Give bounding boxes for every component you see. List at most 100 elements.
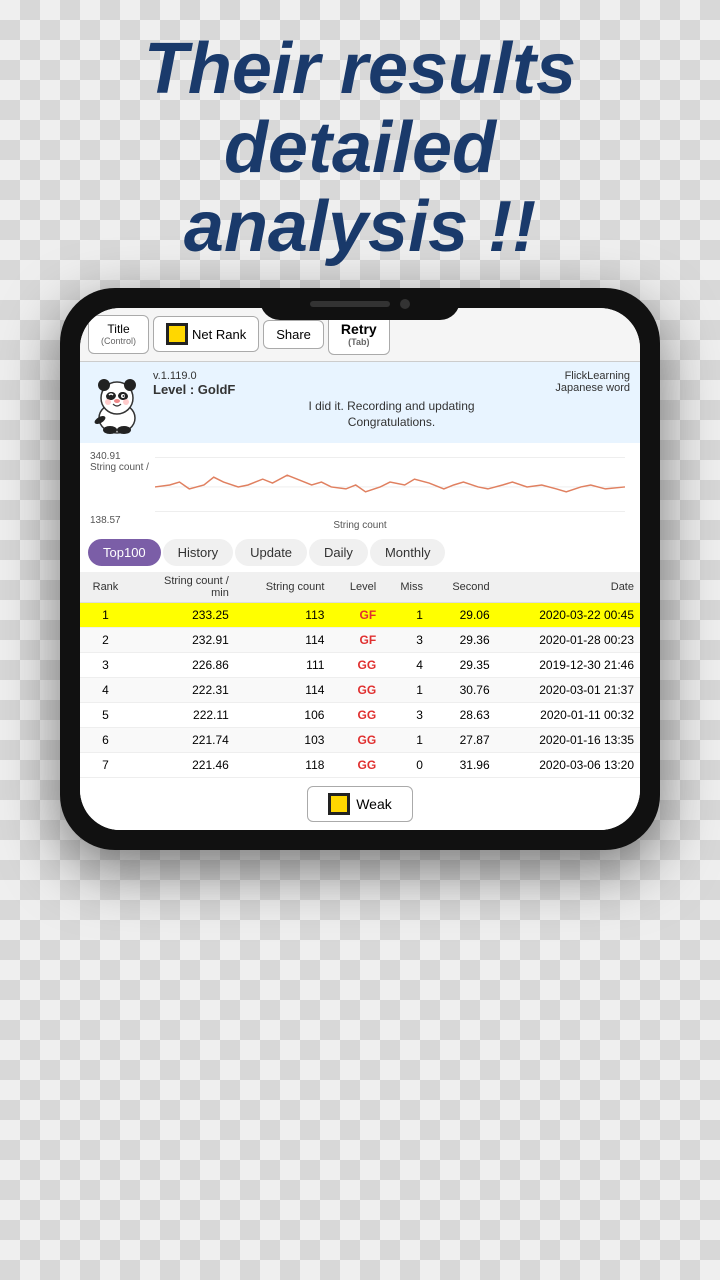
notch-speaker xyxy=(310,301,390,307)
table-cell: 2020-01-28 00:23 xyxy=(496,628,640,653)
tab-top100[interactable]: Top100 xyxy=(88,539,161,566)
table-cell: 6 xyxy=(80,728,131,753)
chart-area: 340.91 String count / 138.57 String coun… xyxy=(80,443,640,533)
header-rank: Rank xyxy=(80,572,131,603)
table-cell: 2020-01-16 13:35 xyxy=(496,728,640,753)
brand-label: FlickLearning xyxy=(565,370,630,382)
table-cell: 222.11 xyxy=(131,703,235,728)
table-row: 2232.91114GF329.362020-01-28 00:23 xyxy=(80,628,640,653)
table-cell: GG xyxy=(330,653,382,678)
table-cell: 0 xyxy=(382,753,429,778)
table-cell: 3 xyxy=(80,653,131,678)
title-button[interactable]: Title (Control) xyxy=(88,315,149,354)
table-row: 7221.46118GG031.962020-03-06 13:20 xyxy=(80,753,640,778)
headline-line2: detailed xyxy=(40,109,680,188)
info-second-row: Level : GoldF Japanese word xyxy=(153,382,630,397)
info-message: I did it. Recording and updating xyxy=(153,399,630,413)
table-cell: 2019-12-30 21:46 xyxy=(496,653,640,678)
table-cell: 5 xyxy=(80,703,131,728)
header-level: Level xyxy=(330,572,382,603)
table-cell: 3 xyxy=(382,703,429,728)
headline-line3: analysis !! xyxy=(40,188,680,267)
table-cell: 2 xyxy=(80,628,131,653)
table-cell: 27.87 xyxy=(429,728,496,753)
table-cell: 222.31 xyxy=(131,678,235,703)
table-cell: 232.91 xyxy=(131,628,235,653)
tab-monthly[interactable]: Monthly xyxy=(370,539,446,566)
info-message2: Congratulations. xyxy=(153,415,630,429)
table-row: 1233.25113GF129.062020-03-22 00:45 xyxy=(80,603,640,628)
panda-mascot xyxy=(90,370,145,435)
phone-shell: Title (Control) Net Rank Share Retry (Ta… xyxy=(60,288,660,851)
weak-button[interactable]: Weak xyxy=(307,786,413,822)
table-cell: 2020-03-01 21:37 xyxy=(496,678,640,703)
chart-y-top: 340.91 xyxy=(90,451,149,462)
headline-line1: Their results xyxy=(40,30,680,109)
table-cell: 1 xyxy=(382,678,429,703)
table-cell: GG xyxy=(330,753,382,778)
table-row: 6221.74103GG127.872020-01-16 13:35 xyxy=(80,728,640,753)
table-cell: GG xyxy=(330,728,382,753)
table-cell: 111 xyxy=(235,653,331,678)
table-cell: 28.63 xyxy=(429,703,496,728)
info-section: v.1.119.0 FlickLearning Level : GoldF Ja… xyxy=(80,362,640,443)
table-cell: 2020-03-06 13:20 xyxy=(496,753,640,778)
table-cell: 4 xyxy=(382,653,429,678)
table-cell: 1 xyxy=(80,603,131,628)
tab-update[interactable]: Update xyxy=(235,539,307,566)
table-cell: 30.76 xyxy=(429,678,496,703)
table-cell: 31.96 xyxy=(429,753,496,778)
info-top-row: v.1.119.0 FlickLearning xyxy=(153,370,630,382)
share-button[interactable]: Share xyxy=(263,320,324,349)
header-miss: Miss xyxy=(382,572,429,603)
chart-x-label: String count xyxy=(333,520,386,531)
headline: Their results detailed analysis !! xyxy=(0,0,720,278)
phone-notch xyxy=(260,288,460,320)
table-cell: GG xyxy=(330,678,382,703)
version-label: v.1.119.0 xyxy=(153,370,197,382)
info-text: v.1.119.0 FlickLearning Level : GoldF Ja… xyxy=(153,370,630,429)
header-second: Second xyxy=(429,572,496,603)
table-cell: 114 xyxy=(235,628,331,653)
netrank-icon xyxy=(166,323,188,345)
data-table: Rank String count /min String count Leve… xyxy=(80,572,640,778)
weak-label: Weak xyxy=(356,796,392,812)
table-body: 1233.25113GF129.062020-03-22 00:452232.9… xyxy=(80,603,640,778)
header-date: Date xyxy=(496,572,640,603)
chart-y-bottom: 138.57 xyxy=(90,515,149,526)
table-row: 3226.86111GG429.352019-12-30 21:46 xyxy=(80,653,640,678)
chart-svg xyxy=(155,447,625,522)
netrank-button[interactable]: Net Rank xyxy=(153,316,259,352)
tab-daily[interactable]: Daily xyxy=(309,539,368,566)
table-cell: 1 xyxy=(382,728,429,753)
table-cell: GG xyxy=(330,703,382,728)
header-spm: String count /min xyxy=(131,572,235,603)
tab-history[interactable]: History xyxy=(163,539,233,566)
level-label: Level : GoldF xyxy=(153,382,235,397)
table-cell: GF xyxy=(330,628,382,653)
weak-row: Weak xyxy=(80,778,640,830)
table-cell: 103 xyxy=(235,728,331,753)
table-cell: 4 xyxy=(80,678,131,703)
table-cell: 226.86 xyxy=(131,653,235,678)
table-cell: 221.74 xyxy=(131,728,235,753)
table-cell: 29.35 xyxy=(429,653,496,678)
chart-y-labels: 340.91 String count / 138.57 xyxy=(90,451,149,526)
table-cell: 29.36 xyxy=(429,628,496,653)
retry-button[interactable]: Retry (Tab) xyxy=(328,314,390,356)
table-cell: 1 xyxy=(382,603,429,628)
table-cell: 3 xyxy=(382,628,429,653)
weak-icon xyxy=(328,793,350,815)
table-cell: 2020-01-11 00:32 xyxy=(496,703,640,728)
language-label: Japanese word xyxy=(555,382,630,397)
table-row: 4222.31114GG130.762020-03-01 21:37 xyxy=(80,678,640,703)
table-cell: 233.25 xyxy=(131,603,235,628)
phone-screen: Title (Control) Net Rank Share Retry (Ta… xyxy=(80,308,640,831)
table-cell: 2020-03-22 00:45 xyxy=(496,603,640,628)
notch-camera xyxy=(400,299,410,309)
table-cell: 221.46 xyxy=(131,753,235,778)
table-header-row: Rank String count /min String count Leve… xyxy=(80,572,640,603)
chart-y-label: String count / xyxy=(90,462,149,473)
table-cell: 113 xyxy=(235,603,331,628)
table-cell: 118 xyxy=(235,753,331,778)
